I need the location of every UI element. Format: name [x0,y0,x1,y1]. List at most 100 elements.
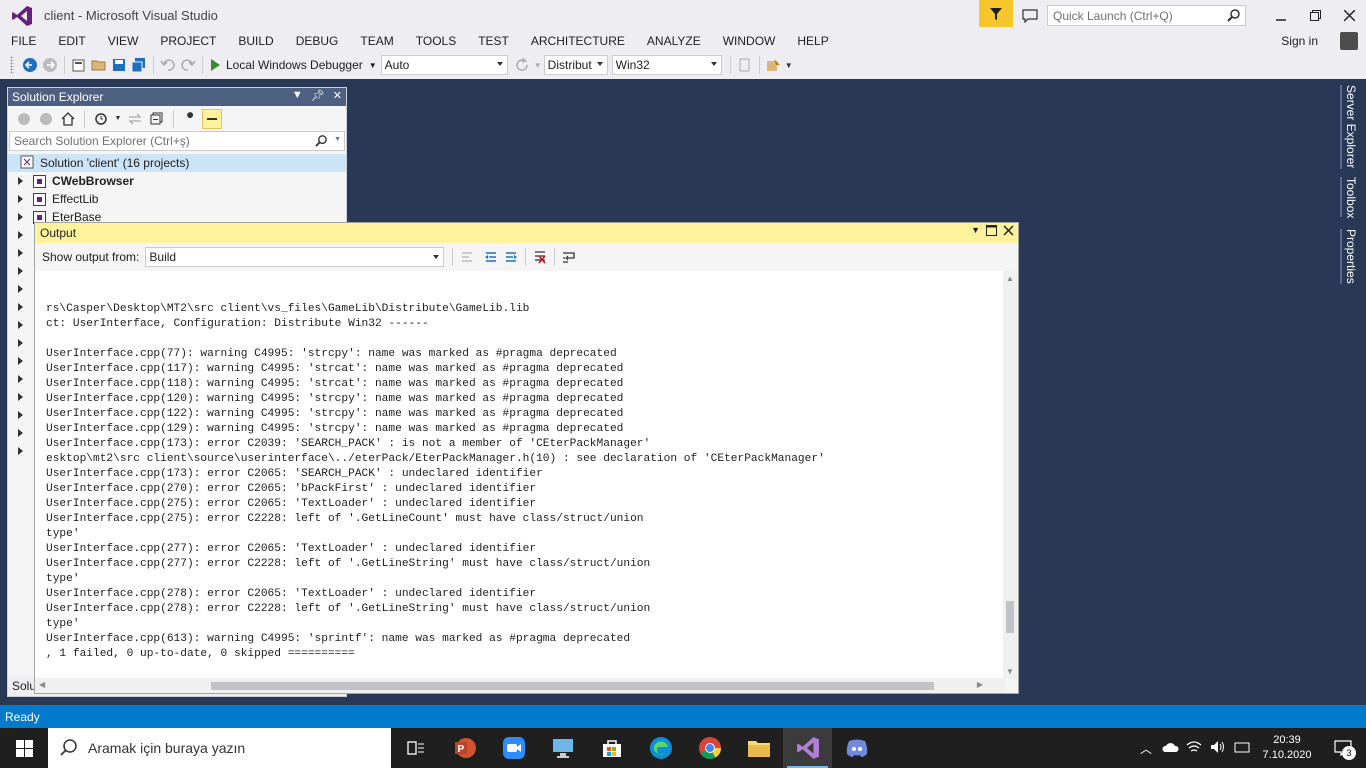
menu-tools[interactable]: TOOLS [405,34,467,48]
vertical-scrollbar[interactable]: ▲ ▼ [1003,271,1018,679]
menu-file[interactable]: FILE [0,34,47,48]
zoom-icon[interactable] [489,728,538,768]
menu-architecture[interactable]: ARCHITECTURE [520,34,636,48]
taskbar-search-box[interactable]: Aramak için buraya yazın [48,728,391,768]
expand-arrow-icon[interactable] [18,393,23,401]
menu-edit[interactable]: EDIT [47,34,96,48]
expand-arrow-icon[interactable] [18,267,23,275]
toolbar-overflow-icon[interactable]: ▼ [784,55,794,75]
find-in-files-icon[interactable] [735,55,755,75]
solution-node[interactable]: Solution 'client' (16 projects) [8,154,346,172]
redo-icon[interactable] [178,55,198,75]
properties-wrench-icon[interactable] [180,109,200,129]
project-node[interactable]: CWebBrowser [8,172,346,190]
expand-arrow-icon[interactable] [18,231,23,239]
task-view-icon[interactable] [391,728,440,768]
menu-project[interactable]: PROJECT [149,34,227,48]
action-center-icon[interactable]: 3 [1320,740,1366,760]
powerpoint-icon[interactable]: P [440,728,489,768]
microsoft-store-icon[interactable] [587,728,636,768]
chrome-browser-icon[interactable] [685,728,734,768]
onedrive-cloud-icon[interactable] [1158,741,1182,756]
home-icon[interactable] [58,109,78,129]
go-to-next-message-icon[interactable] [501,247,521,267]
preview-selected-items-icon[interactable] [202,108,222,129]
collapse-all-icon[interactable] [147,109,167,129]
expand-arrow-icon[interactable] [18,303,23,311]
menu-view[interactable]: VIEW [97,34,150,48]
toolbar-grip[interactable] [10,56,14,74]
refresh-icon[interactable] [512,55,532,75]
window-position-icon[interactable]: ▼ [971,225,980,239]
menu-test[interactable]: TEST [467,34,520,48]
tab-toolbox[interactable]: Toolbox [1344,177,1358,218]
show-hidden-icons-icon[interactable]: ︿ [1134,740,1158,757]
output-source-select[interactable]: Build [145,247,445,267]
toggle-word-wrap-icon[interactable] [559,247,579,267]
edge-browser-icon[interactable] [636,728,685,768]
menu-help[interactable]: HELP [786,34,839,48]
close-icon[interactable]: ✕ [333,89,342,102]
scroll-right-icon[interactable]: ▶ [977,680,983,689]
horizontal-scrollbar[interactable]: ◀ ▶ [35,678,1005,693]
menu-analyze[interactable]: ANALYZE [636,34,712,48]
menu-debug[interactable]: DEBUG [285,34,350,48]
feedback-icon[interactable] [1013,8,1047,23]
discord-icon[interactable] [832,728,881,768]
expand-arrow-icon[interactable] [18,429,23,437]
quick-launch-input[interactable]: Quick Launch (Ctrl+Q) [1047,5,1246,26]
back-icon[interactable] [14,109,34,129]
file-explorer-icon[interactable] [734,728,783,768]
go-to-previous-message-icon[interactable] [481,247,501,267]
expand-arrow-icon[interactable] [18,375,23,383]
tab-properties[interactable]: Properties [1344,229,1358,284]
project-node[interactable]: EffectLib [8,190,346,208]
expand-arrow-icon[interactable] [18,321,23,329]
refresh-dropdown-icon[interactable]: ▼ [532,55,544,75]
scrollbar-thumb[interactable] [211,682,934,690]
volume-icon[interactable] [1206,740,1230,757]
remote-desktop-icon[interactable] [538,728,587,768]
solution-explorer-search-input[interactable]: Search Solution Explorer (Ctrl+ş) ▼ [9,131,345,151]
pin-icon[interactable]: 📌︎ [311,89,325,102]
save-all-icon[interactable] [129,55,149,75]
sync-with-document-icon[interactable] [125,109,145,129]
output-text-area[interactable]: rs\Casper\Desktop\MT2\src client\vs_file… [35,271,1005,679]
input-language-icon[interactable] [1230,740,1254,757]
navigate-back-icon[interactable] [20,55,40,75]
open-file-icon[interactable] [89,55,109,75]
sign-in-link[interactable]: Sign in [1281,34,1318,48]
close-button[interactable] [1332,0,1366,31]
platform-select[interactable]: Win32 [611,55,722,75]
notification-filter-icon[interactable] [979,0,1013,27]
chevron-down-icon[interactable]: ▼ [334,136,341,143]
pending-changes-filter-icon[interactable] [91,109,111,129]
user-account-icon[interactable] [1340,32,1358,50]
scroll-down-icon[interactable]: ▼ [1006,667,1014,676]
expand-arrow-icon[interactable] [18,213,23,221]
new-project-icon[interactable] [69,55,89,75]
menu-window[interactable]: WINDOW [712,34,787,48]
undo-icon[interactable] [158,55,178,75]
scroll-up-icon[interactable]: ▲ [1006,274,1014,283]
start-button[interactable] [0,728,48,768]
save-icon[interactable] [109,55,129,75]
maximize-icon[interactable] [986,225,997,239]
clear-all-icon[interactable] [530,247,550,267]
window-position-icon[interactable]: ▼ [292,89,303,102]
scrollbar-thumb[interactable] [1006,601,1014,633]
clock[interactable]: 20:39 7.10.2020 [1254,733,1320,763]
close-icon[interactable] [1003,225,1014,239]
expand-arrow-icon[interactable] [18,249,23,257]
restore-button[interactable] [1298,0,1332,31]
navigate-forward-icon[interactable] [40,55,60,75]
build-configuration-select[interactable]: Distribut [543,55,608,75]
chevron-down-icon[interactable]: ▼ [113,109,123,129]
tab-server-explorer[interactable]: Server Explorer [1344,85,1358,168]
expand-arrow-icon[interactable] [18,447,23,455]
wifi-icon[interactable] [1182,740,1206,757]
expand-arrow-icon[interactable] [18,411,23,419]
menu-build[interactable]: BUILD [227,34,284,48]
expand-arrow-icon[interactable] [18,195,23,203]
solution-configuration-select[interactable]: Auto [380,55,508,75]
